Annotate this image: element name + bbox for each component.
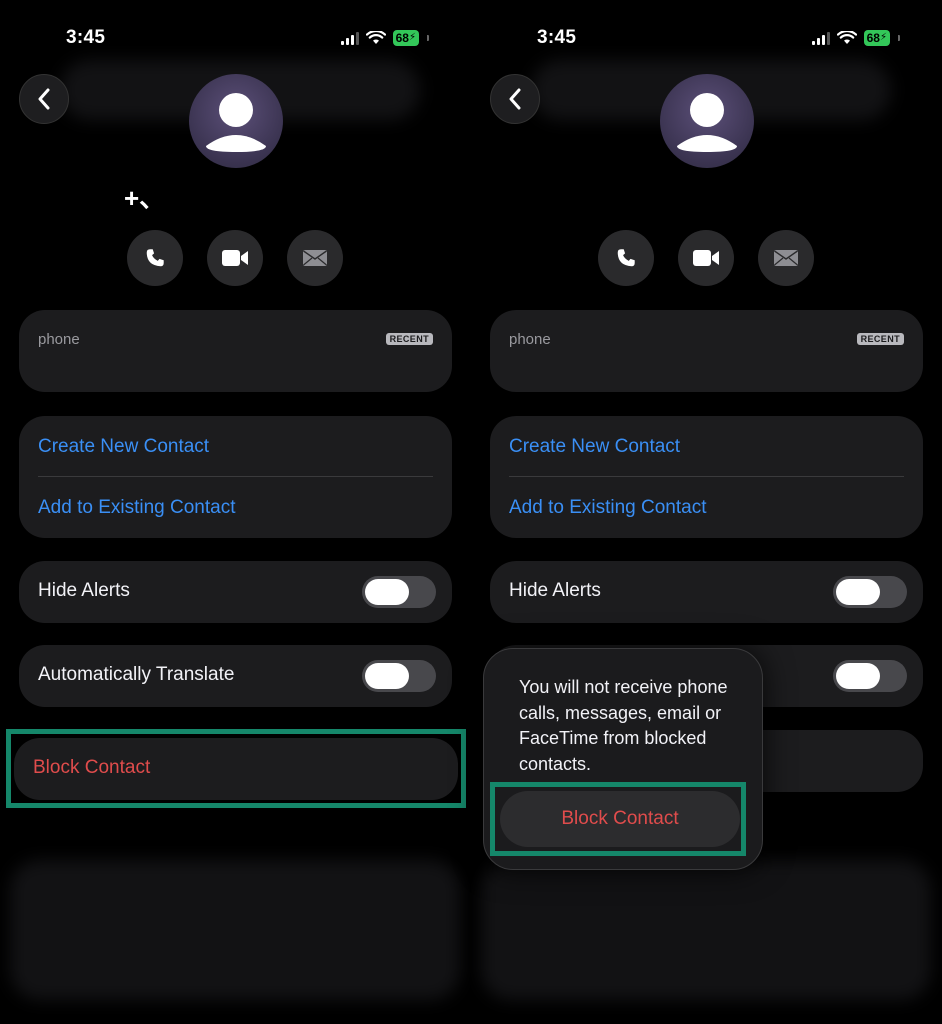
back-button[interactable] (19, 74, 69, 124)
back-button[interactable] (490, 74, 540, 124)
blur-overlay (10, 860, 460, 1000)
contact-avatar (189, 74, 283, 168)
auto-translate-toggle[interactable] (362, 660, 436, 692)
recent-badge: RECENT (385, 333, 433, 345)
action-buttons (598, 230, 814, 286)
action-buttons (127, 230, 343, 286)
auto-translate-row: Automatically Translate (19, 645, 452, 707)
divider (509, 476, 904, 477)
mail-button[interactable] (287, 230, 343, 286)
recent-badge: RECENT (856, 333, 904, 345)
wifi-icon (836, 31, 857, 44)
phone-icon (146, 249, 164, 267)
auto-translate-label: Automatically Translate (38, 664, 235, 685)
status-time: 3:45 (66, 27, 106, 48)
create-new-contact-link[interactable]: Create New Contact (38, 436, 209, 458)
add-to-existing-contact-link[interactable]: Add to Existing Contact (38, 497, 236, 519)
blur-overlay (481, 860, 931, 1000)
mail-button[interactable] (758, 230, 814, 286)
call-button[interactable] (127, 230, 183, 286)
video-button[interactable] (207, 230, 263, 286)
contact-options-card: Create New Contact Add to Existing Conta… (19, 416, 452, 538)
video-camera-icon (222, 250, 248, 266)
person-icon (206, 93, 266, 152)
status-time: 3:45 (537, 27, 577, 48)
hide-alerts-toggle[interactable] (833, 576, 907, 608)
contact-name: +、 (124, 183, 166, 213)
cellular-signal-icon (340, 31, 359, 45)
cellular-signal-icon (811, 31, 830, 45)
person-icon (677, 93, 737, 152)
divider (38, 476, 433, 477)
add-to-existing-contact-link[interactable]: Add to Existing Contact (509, 497, 707, 519)
create-new-contact-link[interactable]: Create New Contact (509, 436, 680, 458)
hide-alerts-label: Hide Alerts (509, 580, 601, 601)
chevron-left-icon (38, 88, 50, 110)
phone-card[interactable]: phone RECENT (490, 310, 923, 392)
battery-level: 68 (866, 31, 880, 45)
call-button[interactable] (598, 230, 654, 286)
hide-alerts-row: Hide Alerts (490, 561, 923, 623)
contact-avatar (660, 74, 754, 168)
phone-label: phone (38, 331, 80, 348)
envelope-icon (303, 250, 327, 266)
video-camera-icon (693, 250, 719, 266)
left-screen: 3:45 68 ⚡ +、 phone RECENT Create New Con… (0, 0, 471, 1024)
right-screen: 3:45 68 ⚡ phone RECENT Create New Contac… (471, 0, 942, 1024)
phone-label: phone (509, 331, 551, 348)
battery-level: 68 (395, 31, 409, 45)
auto-translate-toggle[interactable] (833, 660, 907, 692)
status-icons: 68 ⚡ (340, 30, 429, 46)
phone-card[interactable]: phone RECENT (19, 310, 452, 392)
battery-icon: 68 ⚡ (863, 30, 890, 46)
battery-icon: 68 ⚡ (392, 30, 419, 46)
phone-icon (617, 249, 635, 267)
highlight-box (490, 782, 746, 856)
chevron-left-icon (509, 88, 521, 110)
wifi-icon (365, 31, 386, 44)
hide-alerts-toggle[interactable] (362, 576, 436, 608)
envelope-icon (774, 250, 798, 266)
video-button[interactable] (678, 230, 734, 286)
contact-options-card: Create New Contact Add to Existing Conta… (490, 416, 923, 538)
block-warning-message: You will not receive phone calls, messag… (519, 677, 728, 774)
status-icons: 68 ⚡ (811, 30, 900, 46)
hide-alerts-label: Hide Alerts (38, 580, 130, 601)
hide-alerts-row: Hide Alerts (19, 561, 452, 623)
highlight-box (6, 729, 466, 808)
